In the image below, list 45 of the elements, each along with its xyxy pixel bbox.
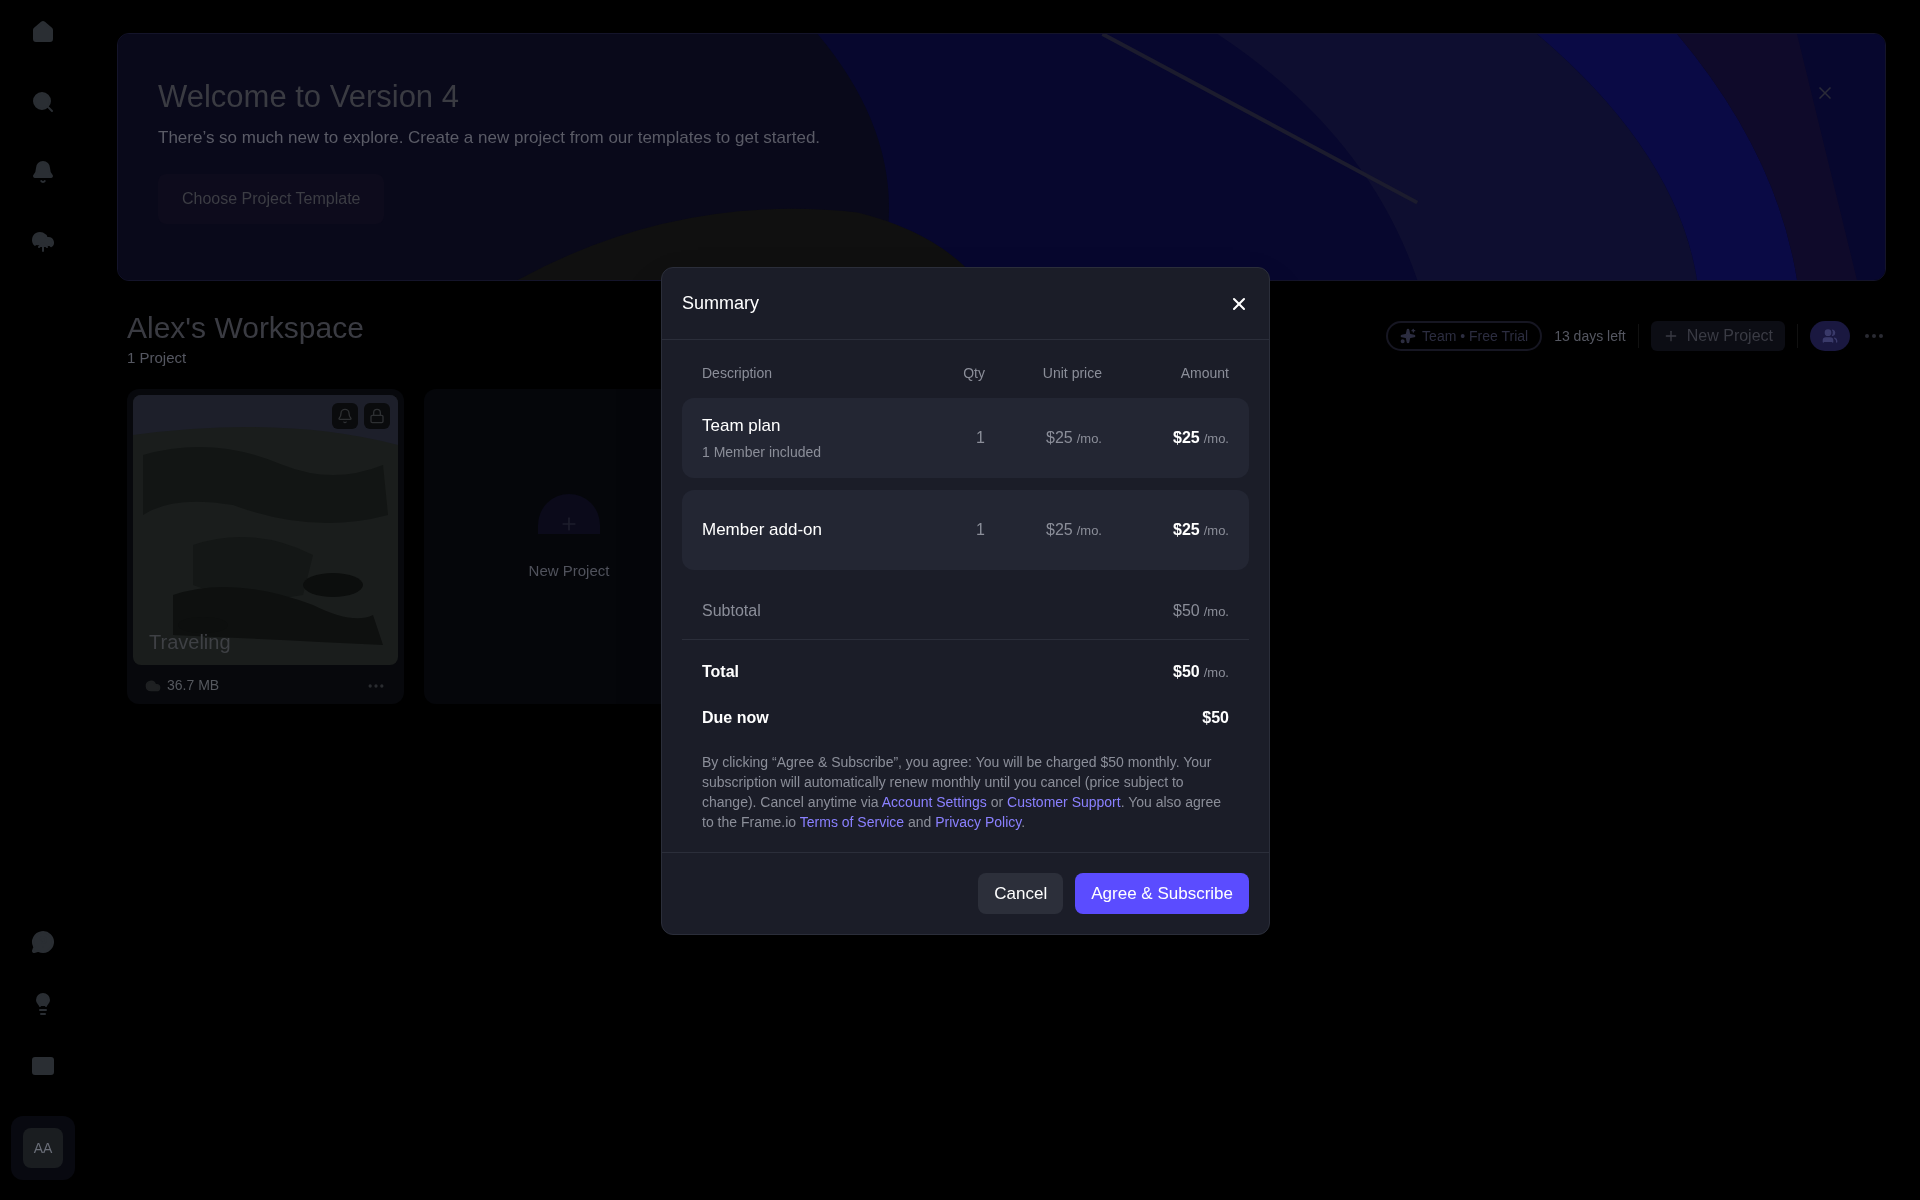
new-project-label: New Project bbox=[528, 561, 610, 581]
item-amount: $25 bbox=[1173, 520, 1200, 540]
due-now-amount: $50 bbox=[1202, 708, 1229, 728]
subscribe-button[interactable]: Agree & Subscribe bbox=[1075, 873, 1249, 914]
column-header: Qty bbox=[962, 363, 985, 383]
search-icon[interactable] bbox=[31, 90, 55, 114]
item-qty: 1 bbox=[975, 520, 985, 540]
amount-period: /mo. bbox=[1203, 430, 1229, 448]
project-size: 36.7 MB bbox=[167, 676, 220, 695]
column-header: Description bbox=[702, 363, 774, 383]
trial-days-left: 13 days left bbox=[1554, 326, 1626, 346]
plan-badge: Team • Free Trial bbox=[1386, 321, 1543, 351]
bell-icon[interactable] bbox=[332, 403, 358, 429]
unit-period: /mo. bbox=[1076, 430, 1102, 448]
column-header: Unit price bbox=[1041, 363, 1102, 383]
unit-period: /mo. bbox=[1076, 522, 1102, 540]
disclaimer-text: By clicking “Agree & Subscribe”, you agree: You will be charged $50 monthly. Your subscription will automatically renew monthly until you cancel (price subject to change). Cancel anytime via Account Settings or Customer Support. You also agree to the Frame.io Terms of Service and Privacy Policy. bbox=[701, 753, 1223, 832]
subtotal-amount: $50 bbox=[1173, 600, 1200, 621]
dialog-title: Summary bbox=[682, 292, 759, 315]
home-icon[interactable] bbox=[31, 20, 55, 44]
due-now-label: Due now bbox=[702, 708, 769, 728]
workspace-title: Alex's Workspace bbox=[127, 310, 364, 346]
sparkle-icon bbox=[1400, 328, 1417, 344]
cloud-upload-icon[interactable] bbox=[31, 230, 55, 254]
item-qty: 1 bbox=[975, 428, 985, 448]
link[interactable]: Terms of Service bbox=[799, 814, 905, 830]
item-amount: $25 bbox=[1173, 428, 1200, 448]
subtotal-period: /mo. bbox=[1203, 602, 1229, 621]
team-members-button[interactable] bbox=[1810, 321, 1850, 351]
people-icon bbox=[1822, 328, 1838, 344]
unit-price: $25 bbox=[1046, 520, 1073, 540]
link[interactable]: Customer Support bbox=[1007, 794, 1121, 810]
column-header: Amount bbox=[1179, 363, 1229, 383]
total-period: /mo. bbox=[1203, 664, 1229, 682]
banner-text: There’s so much new to explore. Create a new project from our templates to get started. bbox=[158, 126, 821, 149]
link[interactable]: Account Settings bbox=[881, 794, 987, 810]
unit-price: $25 bbox=[1046, 428, 1073, 448]
total-amount: $50 bbox=[1173, 662, 1200, 682]
project-count: 1 Project bbox=[127, 347, 188, 368]
lock-icon[interactable] bbox=[364, 403, 390, 429]
bell-icon[interactable] bbox=[31, 160, 55, 184]
amount-period: /mo. bbox=[1203, 522, 1229, 540]
user-avatar[interactable]: AA bbox=[23, 1128, 63, 1168]
plus-icon bbox=[538, 494, 600, 534]
cancel-button[interactable]: Cancel bbox=[978, 873, 1064, 914]
